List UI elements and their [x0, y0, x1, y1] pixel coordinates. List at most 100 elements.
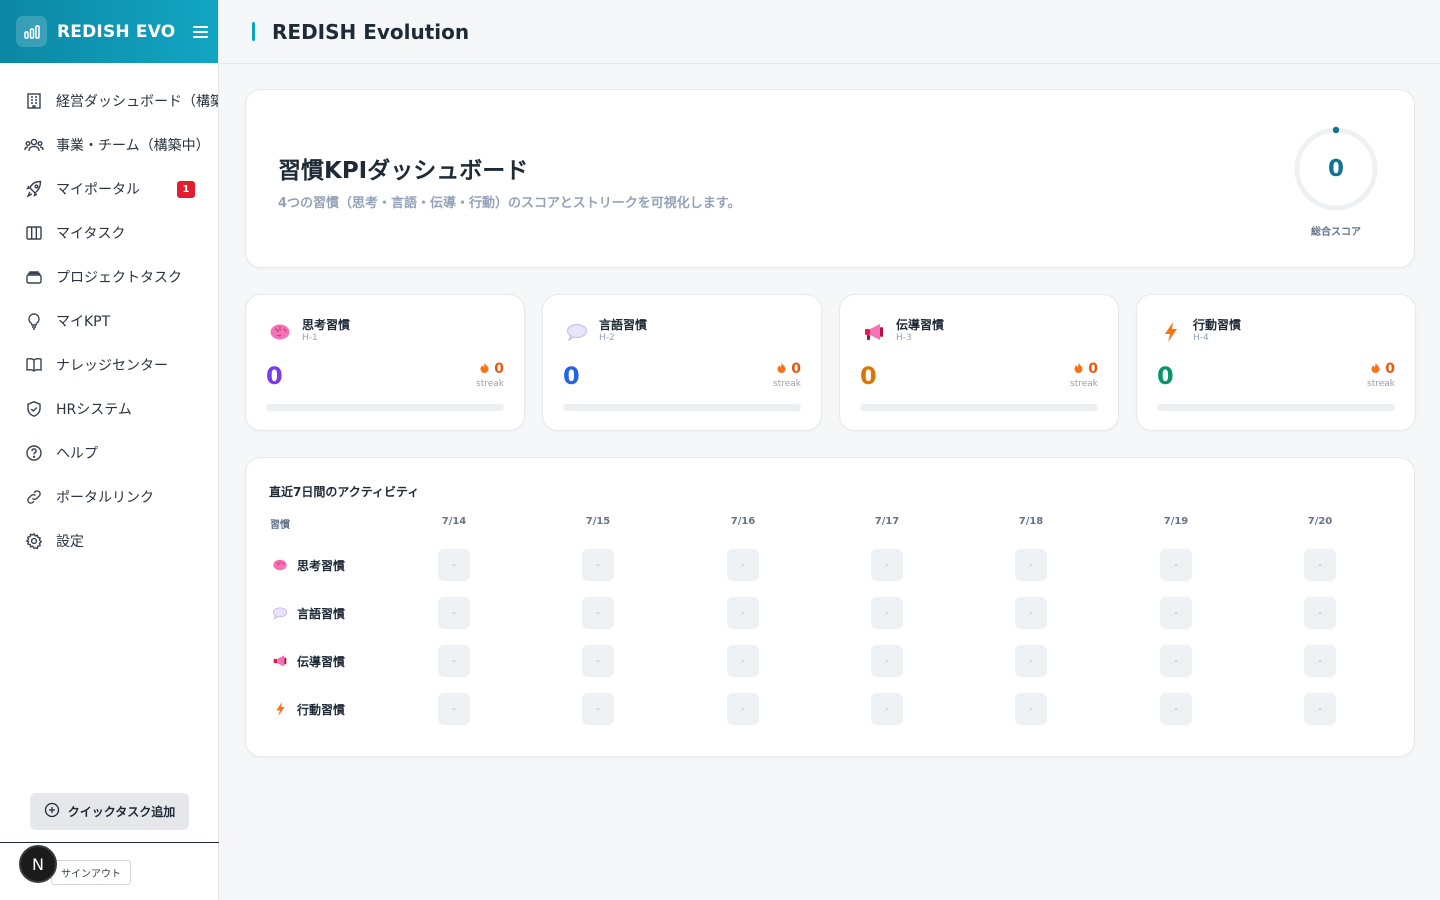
activity-row: 言語習慣 - - - - - - - — [246, 589, 1414, 637]
activity-cell[interactable]: - — [1015, 597, 1047, 629]
help-circle-icon — [24, 443, 44, 463]
sidebar-item-my-kpt[interactable]: マイKPT — [0, 299, 218, 343]
speech-bubble-icon — [565, 320, 589, 344]
total-score-value: 0 — [1327, 156, 1344, 182]
activity-date-header: 7/15 — [585, 516, 611, 527]
habit-streak: 0 — [480, 361, 504, 377]
signout-button[interactable]: サインアウト — [51, 860, 131, 885]
dashboard-title: 習慣KPIダッシュボード — [278, 158, 529, 184]
activity-cell[interactable]: - — [727, 597, 759, 629]
brain-icon — [268, 320, 292, 344]
habit-progress-bar — [266, 404, 504, 411]
sidebar-item-hr-system[interactable]: HRシステム — [0, 387, 218, 431]
activity-cell[interactable]: - — [582, 549, 614, 581]
activity-cell[interactable]: - — [1160, 693, 1192, 725]
sidebar-item-label: プロジェクトタスク — [56, 270, 182, 286]
activity-cell[interactable]: - — [871, 645, 903, 677]
habit-code: H-4 — [1193, 333, 1209, 343]
activity-cell[interactable]: - — [871, 597, 903, 629]
activity-row-label: 伝導習慣 — [297, 655, 346, 669]
activity-cell[interactable]: - — [871, 693, 903, 725]
habit-code: H-2 — [599, 333, 615, 343]
sidebar-item-knowledge-center[interactable]: ナレッジセンター — [0, 343, 218, 387]
sidebar-item-business-team[interactable]: 事業・チーム（構築中） — [0, 123, 218, 167]
activity-cell[interactable]: - — [438, 693, 470, 725]
brain-icon — [271, 556, 289, 574]
activity-cell[interactable]: - — [1304, 693, 1336, 725]
sidebar-item-label: 事業・チーム（構築中） — [56, 138, 210, 154]
activity-cell[interactable]: - — [1160, 597, 1192, 629]
users-icon — [24, 135, 44, 155]
habit-name: 行動習慣 — [1193, 318, 1242, 332]
link-icon — [24, 487, 44, 507]
habit-score: 0 — [563, 362, 580, 390]
notification-badge: 1 — [177, 181, 195, 198]
sidebar-item-my-portal[interactable]: マイポータル 1 — [0, 167, 218, 211]
sidebar-item-settings[interactable]: 設定 — [0, 519, 218, 563]
sidebar-footer: サインアウト N — [0, 842, 219, 900]
activity-cell[interactable]: - — [438, 549, 470, 581]
habit-streak-label: streak — [1367, 379, 1395, 389]
habit-streak-value: 0 — [1385, 361, 1395, 377]
activity-cell[interactable]: - — [582, 597, 614, 629]
activity-cell[interactable]: - — [727, 693, 759, 725]
habit-streak: 0 — [1074, 361, 1098, 377]
sidebar-item-my-tasks[interactable]: マイタスク — [0, 211, 218, 255]
activity-cell[interactable]: - — [871, 549, 903, 581]
habit-card-language: 言語習慣 H-2 0 0 streak — [542, 294, 822, 431]
sidebar-item-label: ヘルプ — [56, 446, 98, 462]
activity-cell[interactable]: - — [1304, 597, 1336, 629]
habit-streak-label: streak — [1070, 379, 1098, 389]
fire-icon — [480, 361, 489, 377]
activity-row: 伝導習慣 - - - - - - - — [246, 637, 1414, 685]
quick-task-add-button[interactable]: クイックタスク追加 — [30, 793, 189, 830]
activity-row-label: 言語習慣 — [297, 607, 346, 621]
activity-cell[interactable]: - — [438, 597, 470, 629]
chart-logo-icon — [16, 16, 47, 47]
brand-bar: REDISH EVO — [0, 0, 218, 63]
sidebar-item-label: マイタスク — [56, 226, 126, 242]
activity-row: 思考習慣 - - - - - - - — [246, 541, 1414, 589]
habit-progress-bar — [1157, 404, 1395, 411]
sidebar-item-management-dashboard[interactable]: 経営ダッシュボード（構築中） — [0, 79, 218, 123]
habit-name: 伝導習慣 — [896, 318, 945, 332]
activity-cell[interactable]: - — [727, 549, 759, 581]
habit-name: 言語習慣 — [599, 318, 648, 332]
activity-row-label: 行動習慣 — [297, 703, 346, 717]
activity-cell[interactable]: - — [1160, 645, 1192, 677]
sidebar-item-label: ポータルリンク — [56, 490, 154, 506]
avatar[interactable]: N — [19, 845, 57, 883]
sidebar-nav: 経営ダッシュボード（構築中） 事業・チーム（構築中） マイポータル 1 マイタス… — [0, 63, 218, 563]
activity-cell[interactable]: - — [1015, 549, 1047, 581]
sidebar-item-help[interactable]: ヘルプ — [0, 431, 218, 475]
activity-cell[interactable]: - — [727, 645, 759, 677]
quick-task-add-label: クイックタスク追加 — [67, 805, 176, 819]
megaphone-icon — [862, 320, 886, 344]
activity-cell[interactable]: - — [1304, 549, 1336, 581]
habit-score: 0 — [266, 362, 283, 390]
sidebar-item-project-tasks[interactable]: プロジェクトタスク — [0, 255, 218, 299]
activity-cell[interactable]: - — [582, 645, 614, 677]
habit-score: 0 — [860, 362, 877, 390]
habit-streak: 0 — [1371, 361, 1395, 377]
activity-cell[interactable]: - — [1015, 645, 1047, 677]
habit-card-action: 行動習慣 H-4 0 0 streak — [1136, 294, 1416, 431]
brand-name: REDISH EVO — [57, 21, 176, 42]
activity-cell[interactable]: - — [1304, 645, 1336, 677]
habit-code: H-1 — [302, 333, 318, 343]
lightbulb-icon — [24, 311, 44, 331]
activity-row: 行動習慣 - - - - - - - — [246, 685, 1414, 733]
activity-cell[interactable]: - — [1160, 549, 1192, 581]
rocket-icon — [24, 179, 44, 199]
activity-cell[interactable]: - — [582, 693, 614, 725]
activity-date-header: 7/14 — [441, 516, 467, 527]
habit-streak-value: 0 — [1088, 361, 1098, 377]
activity-cell[interactable]: - — [438, 645, 470, 677]
sidebar-item-portal-links[interactable]: ポータルリンク — [0, 475, 218, 519]
shield-icon — [24, 399, 44, 419]
habit-card-thinking: 思考習慣 H-1 0 0 streak — [245, 294, 525, 431]
sidebar: REDISH EVO 経営ダッシュボード（構築中） 事業・チーム（構築中） マイ… — [0, 0, 219, 900]
activity-cell[interactable]: - — [1015, 693, 1047, 725]
habit-code: H-3 — [896, 333, 912, 343]
hamburger-menu-icon[interactable] — [193, 25, 209, 38]
